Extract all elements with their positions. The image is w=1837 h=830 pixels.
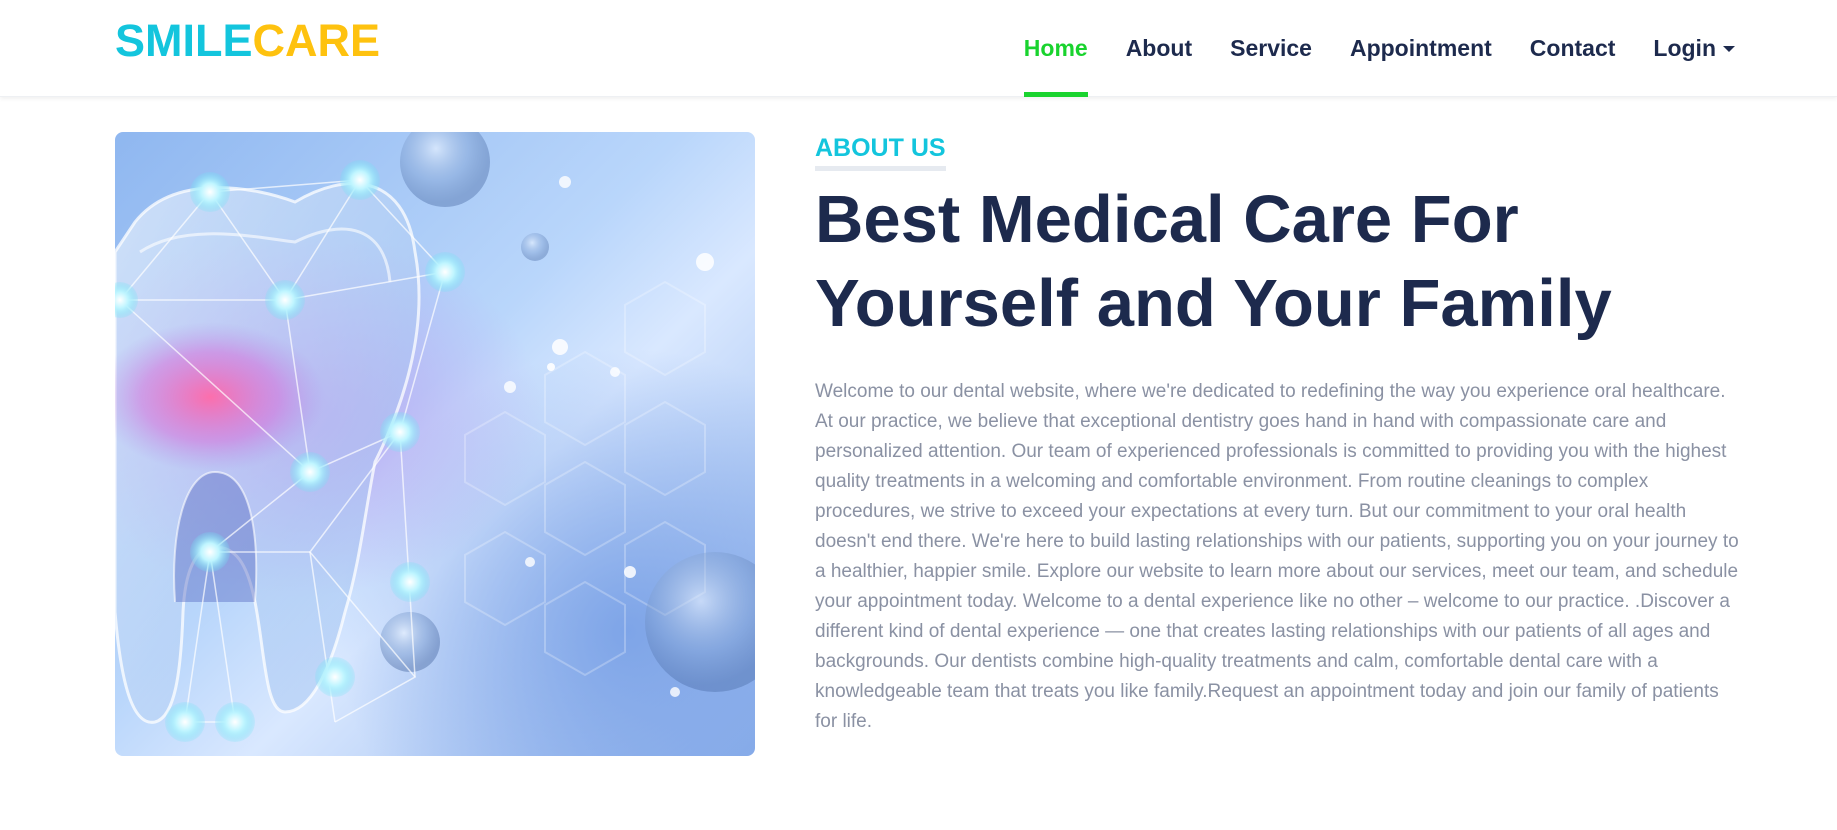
nav-item-appointment[interactable]: Appointment — [1350, 0, 1492, 97]
about-tooth-image — [115, 132, 755, 756]
about-headline: Best Medical Care For Yourself and Your … — [815, 182, 1612, 341]
nav-item-login-dropdown[interactable]: Login — [1653, 0, 1735, 97]
nav-item-contact[interactable]: Contact — [1530, 0, 1616, 97]
about-body-text: Welcome to our dental website, where we'… — [815, 381, 1739, 732]
about-subtitle: ABOUT US — [815, 131, 946, 171]
brand-logo-part2: CARE — [252, 15, 381, 66]
main-nav: Home About Service Appointment Contact L… — [1023, 0, 1735, 97]
nav-item-service[interactable]: Service — [1230, 0, 1312, 97]
brand-logo[interactable]: SMILECARE — [115, 14, 380, 68]
nav-item-login-label: Login — [1653, 35, 1716, 61]
caret-down-icon — [1723, 45, 1735, 52]
nav-item-about[interactable]: About — [1126, 0, 1192, 97]
top-navbar: SMILECARE Home About Service Appointment… — [0, 0, 1837, 97]
brand-logo-part1: SMILE — [115, 15, 253, 66]
nav-item-home[interactable]: Home — [1023, 0, 1088, 97]
